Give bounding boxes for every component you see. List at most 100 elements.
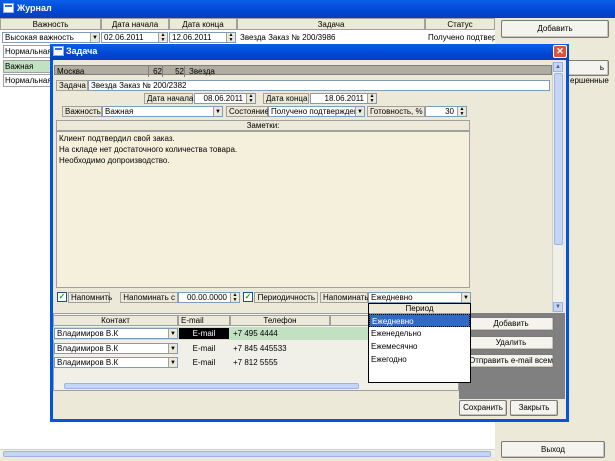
spin-icon[interactable]: ▲ ▼ xyxy=(246,94,255,103)
start-date-input[interactable]: 08.06.2011 ▲ ▼ xyxy=(194,93,256,104)
remind-from-label: Напоминать с xyxy=(120,292,178,303)
end-date-field[interactable]: 12.06.2011 ▲ ▼ xyxy=(169,32,236,43)
contacts-col-contact[interactable]: Контакт xyxy=(53,315,178,326)
importance-label: Важность xyxy=(62,106,102,117)
notes-textarea[interactable]: Клиент подтвердил свой заказ. На складе … xyxy=(56,131,470,288)
importance-select[interactable]: Важная ▼ xyxy=(102,106,223,117)
notes-line: Необходимо допроизводство. xyxy=(59,156,170,165)
importance-cell[interactable]: Нормальная xyxy=(3,74,51,87)
dialog-titlebar: Задача ✕ xyxy=(50,44,569,60)
dialog-title: Задача xyxy=(66,46,98,56)
spin-icon[interactable]: ▲ ▼ xyxy=(226,33,235,42)
chevron-down-icon[interactable]: ▼ xyxy=(90,33,99,42)
status-cell: Получено подтвер xyxy=(428,33,495,42)
main-hidden-button[interactable]: ь xyxy=(565,60,609,76)
notes-header: Заметки: xyxy=(56,120,470,131)
task-label: Задача xyxy=(56,80,88,91)
spin-icon[interactable]: ▲ ▼ xyxy=(158,33,167,42)
completed-label: ершенные xyxy=(570,76,609,85)
col-header-end[interactable]: Дата конца xyxy=(169,18,237,30)
notes-line: Клиент подтвердил свой заказ. xyxy=(59,134,175,143)
spin-icon[interactable]: ▲ ▼ xyxy=(230,293,239,302)
chevron-down-icon[interactable]: ▼ xyxy=(461,293,470,302)
spin-icon[interactable]: ▲ ▼ xyxy=(367,94,376,103)
hscroll-thumb[interactable] xyxy=(64,383,359,389)
save-button[interactable]: Сохранить xyxy=(459,400,507,416)
info-num2: 52 xyxy=(165,66,185,77)
period-dropdown: Период Ежедневно Еженедельно Ежемесячно … xyxy=(368,303,471,383)
contacts-col-phone[interactable]: Телефон xyxy=(230,315,330,326)
window-icon xyxy=(53,46,64,56)
contacts-col-email[interactable]: E-mail xyxy=(178,315,230,326)
chevron-down-icon[interactable]: ▼ xyxy=(213,107,222,116)
spin-icon[interactable]: ▲ ▼ xyxy=(457,107,466,116)
info-num1: 62 xyxy=(151,66,163,77)
col-header-task[interactable]: Задача xyxy=(237,18,425,30)
phone-cell: +7 812 5555 xyxy=(233,358,278,367)
contact-select[interactable]: Владимиров В.К ▼ xyxy=(54,357,178,368)
window-icon xyxy=(3,3,14,13)
info-name: Звезда xyxy=(189,67,215,76)
main-hscroll[interactable] xyxy=(0,449,495,457)
contact-delete-button[interactable]: Удалить xyxy=(468,336,554,350)
scroll-down-icon[interactable]: ▼ xyxy=(553,302,563,312)
journal-row[interactable]: Высокая важность ▼ 02.06.2011 ▲ ▼ 12.06.201… xyxy=(0,31,495,43)
close-icon[interactable]: ✕ xyxy=(553,45,567,58)
periodic-checkbox[interactable]: ✓ xyxy=(243,292,253,302)
contacts-col-extra xyxy=(330,315,370,326)
period-option[interactable]: Ежемесячно xyxy=(369,340,470,353)
col-header-start[interactable]: Дата начала xyxy=(101,18,169,30)
period-option[interactable]: Ежегодно xyxy=(369,353,470,366)
start-date-label: Дата начала xyxy=(144,93,193,104)
journal-header: Важность Дата начала Дата конца Задача С… xyxy=(0,18,495,30)
remind-period-label: Напоминать xyxy=(320,292,369,303)
contact-select[interactable]: Владимиров В.К ▼ xyxy=(54,343,178,354)
importance-select[interactable]: Высокая важность ▼ xyxy=(2,32,100,43)
importance-cell[interactable]: Нормальная xyxy=(3,45,51,58)
main-window-title: Журнал xyxy=(17,3,52,13)
contact-add-button[interactable]: Добавить xyxy=(468,317,554,331)
importance-cell[interactable]: Важная xyxy=(3,60,51,73)
main-titlebar: Журнал xyxy=(0,0,615,18)
remind-label: Напомнить xyxy=(68,292,112,303)
email-button[interactable]: E-mail xyxy=(179,343,229,354)
period-dropdown-header: Период xyxy=(369,304,470,314)
phone-cell: +7 495 4444 xyxy=(233,329,278,338)
state-select[interactable]: Получено подтвержден ▼ xyxy=(268,106,365,117)
readiness-input[interactable]: 30 ▲ ▼ xyxy=(425,106,467,117)
info-bar: Москва 62 52 Звезда xyxy=(54,65,552,77)
scroll-up-icon[interactable]: ▲ xyxy=(553,62,563,72)
notes-line: На складе нет достаточного количества то… xyxy=(59,145,238,154)
chevron-down-icon[interactable]: ▼ xyxy=(168,329,177,338)
send-email-all-button[interactable]: Отправить e-mail всем xyxy=(468,354,554,368)
vscroll-thumb[interactable] xyxy=(554,73,563,245)
readiness-label: Готовность, % xyxy=(367,106,425,117)
main-add-button[interactable]: Добавить xyxy=(501,20,609,38)
col-header-importance[interactable]: Важность xyxy=(0,18,101,30)
period-select[interactable]: Ежедневно ▼ xyxy=(368,292,471,303)
start-date-field[interactable]: 02.06.2011 ▲ ▼ xyxy=(101,32,168,43)
contact-select[interactable]: Владимиров В.К ▼ xyxy=(54,328,178,339)
col-header-status[interactable]: Статус xyxy=(425,18,495,30)
period-option[interactable]: Ежедневно xyxy=(369,314,470,327)
task-cell: Звезда Заказ № 200/3986 xyxy=(240,33,336,42)
state-label: Состояние xyxy=(226,106,269,117)
close-button[interactable]: Закрыть xyxy=(510,400,558,416)
task-field[interactable]: Звезда Заказ № 200/2382 xyxy=(88,80,550,91)
hscroll-thumb[interactable] xyxy=(3,451,491,457)
end-date-label: Дата конца xyxy=(263,93,309,104)
chevron-down-icon[interactable]: ▼ xyxy=(168,358,177,367)
info-city: Москва xyxy=(57,66,149,77)
end-date-input[interactable]: 18.06.2011 ▲ ▼ xyxy=(310,93,377,104)
email-button[interactable]: E-mail xyxy=(179,357,229,368)
dialog-vscroll[interactable]: ▲ ▼ xyxy=(552,62,563,312)
exit-button[interactable]: Выход xyxy=(501,441,605,458)
period-option[interactable]: Еженедельно xyxy=(369,327,470,340)
chevron-down-icon[interactable]: ▼ xyxy=(168,344,177,353)
chevron-down-icon[interactable]: ▼ xyxy=(355,107,364,116)
remind-from-input[interactable]: 00.00.0000 ▲ ▼ xyxy=(178,292,240,303)
periodic-label: Периодичность xyxy=(254,292,318,303)
contacts-hscroll[interactable] xyxy=(54,382,458,390)
email-button[interactable]: E-mail xyxy=(179,328,229,339)
remind-checkbox[interactable]: ✓ xyxy=(57,292,67,302)
